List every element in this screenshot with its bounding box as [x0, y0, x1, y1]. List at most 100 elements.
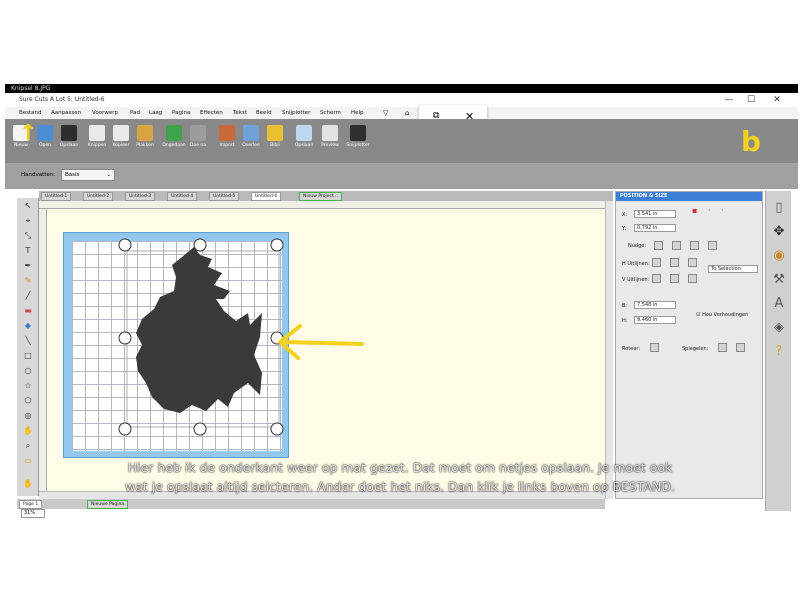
- eraser-tool-icon[interactable]: ▬: [21, 305, 35, 317]
- pencil-tool-icon[interactable]: ✎: [21, 275, 35, 287]
- toolbar-undo-button[interactable]: Ongedaan: [162, 123, 186, 159]
- toolbar-paste-button[interactable]: Plakken: [133, 123, 157, 159]
- x-field[interactable]: 3.541 in: [634, 210, 676, 218]
- menu-snijplotter[interactable]: Snijplotter: [282, 107, 310, 119]
- toolbar-trace-button[interactable]: Overlee: [239, 123, 263, 159]
- mirror-horizontal-button[interactable]: [718, 343, 727, 352]
- handle-top-left[interactable]: [118, 238, 132, 252]
- close-button[interactable]: ✕: [767, 93, 787, 107]
- handle-bottom-left[interactable]: [118, 422, 132, 436]
- star-tool-icon[interactable]: ☆: [21, 380, 35, 392]
- eraser-icon[interactable]: ⌂: [405, 107, 409, 119]
- toolbar-library-button[interactable]: Bibli: [263, 123, 287, 159]
- cutting-mat: [63, 232, 289, 458]
- rotate-button[interactable]: [650, 343, 659, 352]
- text-style-icon[interactable]: A: [770, 295, 788, 313]
- toolbar-import-button[interactable]: Import: [215, 123, 239, 159]
- toolbar-cutter-button[interactable]: Snijplotter: [346, 123, 370, 159]
- menu-tekst[interactable]: Tekst: [233, 107, 247, 119]
- transform-tool-icon[interactable]: ⤡: [21, 230, 35, 242]
- menu-beeld[interactable]: Beeld: [256, 107, 272, 119]
- v-align-bottom-button[interactable]: [688, 274, 697, 283]
- handle-bottom-center[interactable]: [193, 422, 207, 436]
- tab-untitled-2[interactable]: Untitled-2: [83, 192, 114, 201]
- v-align-middle-button[interactable]: [670, 274, 679, 283]
- handle-top-center[interactable]: [193, 238, 207, 252]
- palette-icon[interactable]: ◉: [770, 247, 788, 265]
- rectangle-tool-icon[interactable]: □: [21, 350, 35, 362]
- handle-top-right[interactable]: [270, 238, 284, 252]
- spiral-tool-icon[interactable]: ◎: [21, 410, 35, 422]
- v-align-top-button[interactable]: [652, 274, 661, 283]
- toolbar-save-button[interactable]: Opslaan: [57, 123, 81, 159]
- menu-effecten[interactable]: Effecten: [200, 107, 223, 119]
- node-tool-icon[interactable]: ⌖: [21, 215, 35, 227]
- handles-select[interactable]: Basis ⌄: [61, 169, 115, 181]
- toolbar-save-cut-button[interactable]: Opslaan: [292, 123, 316, 159]
- zoom-level[interactable]: 31%: [21, 509, 45, 518]
- minimize-button[interactable]: —: [719, 93, 739, 107]
- toolbar-copy-button[interactable]: Kopieer: [109, 123, 133, 159]
- window-title: Sure Cuts A Lot 5: Untitled-6: [19, 96, 105, 103]
- tab-untitled-5[interactable]: Untitled-5: [209, 192, 240, 201]
- tab-untitled-3[interactable]: Untitled-3: [125, 192, 156, 201]
- menu-pagina[interactable]: Pagina: [172, 107, 190, 119]
- ellipse-tool-icon[interactable]: ○: [21, 365, 35, 377]
- fish-shape[interactable]: [64, 233, 290, 459]
- menu-laag[interactable]: Laag: [149, 107, 162, 119]
- width-field[interactable]: 7.548 in: [634, 301, 676, 309]
- document-icon[interactable]: ▯: [770, 199, 788, 217]
- h-align-left-button[interactable]: [652, 258, 661, 267]
- zoom-tool-icon[interactable]: ⌕: [21, 440, 35, 452]
- keep-ratio-checkbox[interactable]: ☑ Hou Verhoudingen: [696, 312, 748, 318]
- h-align-right-button[interactable]: [688, 258, 697, 267]
- hand-tool-icon[interactable]: ✋: [21, 425, 35, 437]
- knife-tool-icon[interactable]: ◆: [21, 320, 35, 332]
- polygon-tool-icon[interactable]: ⬠: [21, 395, 35, 407]
- menu-bestand[interactable]: Bestand: [19, 107, 42, 119]
- page-tabs: Page 1 Nieuwe Pagina: [17, 499, 605, 509]
- menu-aanpassen[interactable]: Aanpassen: [51, 107, 81, 119]
- tab-untitled-4[interactable]: Untitled-4: [167, 192, 198, 201]
- tab-untitled-6[interactable]: Untitled-6: [251, 192, 282, 201]
- h-align-label: H Uitlijnen:: [622, 261, 650, 267]
- library-icon: [267, 125, 283, 141]
- nudge-right-button[interactable]: [672, 241, 681, 250]
- snip-title-bar: Knipsel 8.JPG: [5, 84, 798, 93]
- height-field[interactable]: 9.460 in: [634, 316, 676, 324]
- line-tool-icon[interactable]: ╲: [21, 335, 35, 347]
- nudge-left-button[interactable]: [654, 241, 663, 250]
- toolbar-cut-button[interactable]: Knippen: [85, 123, 109, 159]
- toolbar-redo-button[interactable]: Doe na: [186, 123, 210, 159]
- help-icon[interactable]: ?: [770, 343, 788, 361]
- tab-page-1[interactable]: Page 1: [19, 500, 43, 509]
- tab-new-page[interactable]: Nieuwe Pagina: [87, 500, 129, 509]
- menu-pad[interactable]: Pad: [130, 107, 140, 119]
- h-align-center-button[interactable]: [670, 258, 679, 267]
- handle-middle-left[interactable]: [118, 331, 132, 345]
- reference-point-grid[interactable]: ▪ · ·: [692, 206, 728, 215]
- y-field[interactable]: 0.792 in: [634, 224, 676, 232]
- tab-untitled-1[interactable]: Untitled-1: [41, 192, 72, 201]
- menu-voorwerp[interactable]: Voorwerp: [92, 107, 118, 119]
- mirror-vertical-button[interactable]: [736, 343, 745, 352]
- select-tool-icon[interactable]: ↖: [21, 200, 35, 212]
- menu-help[interactable]: Help: [351, 107, 364, 119]
- vertical-scrollbar[interactable]: [605, 201, 613, 499]
- text-tool-icon[interactable]: T: [21, 245, 35, 257]
- wrench-icon[interactable]: ⚒: [770, 271, 788, 289]
- nudge-up-button[interactable]: [690, 241, 699, 250]
- layers-icon[interactable]: ◈: [770, 319, 788, 337]
- nudge-down-button[interactable]: [708, 241, 717, 250]
- brush-tool-icon[interactable]: ╱: [21, 290, 35, 302]
- import-icon: [219, 125, 235, 141]
- snip-mode-icon[interactable]: ▽: [383, 107, 388, 119]
- tab-new-project[interactable]: Nieuw Project...: [299, 192, 343, 201]
- maximize-button[interactable]: ☐: [741, 93, 761, 107]
- pen-tool-icon[interactable]: ✒: [21, 260, 35, 272]
- toolbar-preview-button[interactable]: Preview: [318, 123, 342, 159]
- align-to-select[interactable]: To Selection: [708, 265, 758, 273]
- move-icon[interactable]: ✥: [770, 223, 788, 241]
- handle-bottom-right[interactable]: [270, 422, 284, 436]
- menu-scherm[interactable]: Scherm: [320, 107, 341, 119]
